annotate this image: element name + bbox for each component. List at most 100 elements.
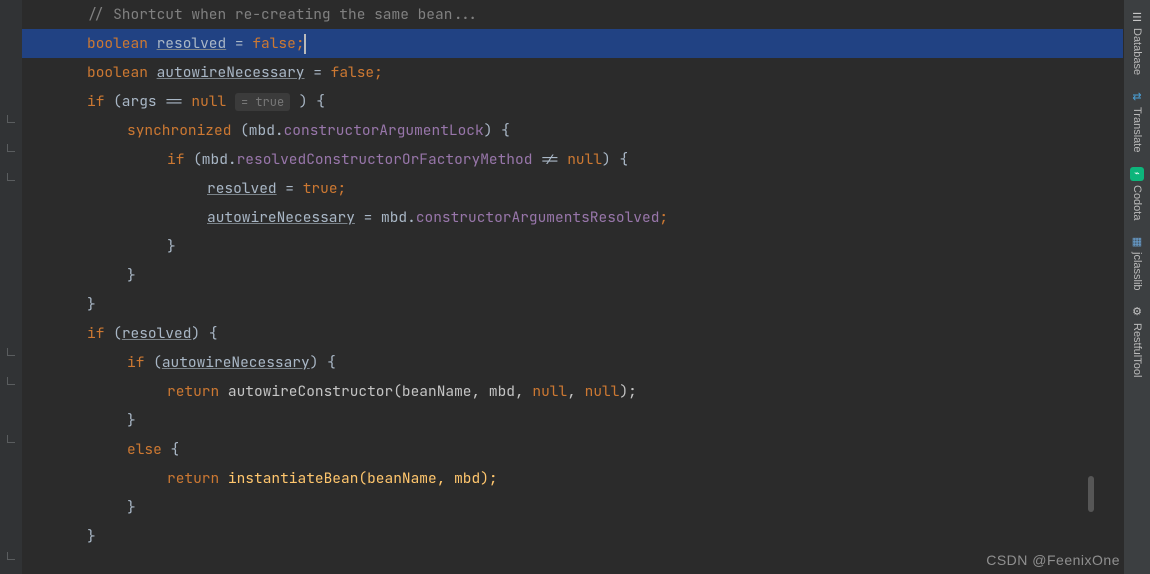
keyword: return — [167, 382, 228, 401]
keyword: false — [331, 63, 375, 82]
code-line[interactable]: } — [22, 290, 1123, 319]
keyword: boolean — [87, 34, 157, 53]
keyword: true — [303, 179, 338, 198]
fold-mark[interactable] — [7, 173, 15, 181]
code-line[interactable]: synchronized (mbd.constructorArgumentLoc… — [22, 116, 1123, 145]
fold-mark[interactable] — [7, 144, 15, 152]
tool-label: Codota — [1131, 185, 1143, 220]
code-line[interactable]: return instantiateBean(beanName, mbd); — [22, 464, 1123, 493]
tool-label: jclasslib — [1131, 252, 1143, 291]
variable: autowireNecessary — [157, 63, 305, 82]
brace: } — [127, 266, 136, 285]
brace: } — [87, 295, 96, 314]
brace: } — [87, 527, 96, 546]
keyword: if — [87, 92, 113, 111]
code-line-highlighted[interactable]: boolean resolved = false; — [22, 29, 1123, 58]
tool-codota[interactable]: ⌁ Codota — [1130, 163, 1144, 224]
keyword: if — [167, 150, 193, 169]
keyword: null — [191, 92, 226, 111]
fold-mark[interactable] — [7, 348, 15, 356]
watermark: CSDN @FeenixOne — [986, 552, 1120, 568]
code-line[interactable]: autowireNecessary = mbd.constructorArgum… — [22, 203, 1123, 232]
expr: (mbd. — [240, 121, 284, 140]
brace: { — [171, 440, 180, 459]
code-line[interactable]: } — [22, 261, 1123, 290]
jclasslib-icon: ▦ — [1130, 234, 1144, 248]
tool-label: Translate — [1131, 107, 1143, 152]
comment-text: // Shortcut when re-creating the same be… — [87, 5, 479, 24]
brace: ) { — [310, 353, 336, 372]
code-line[interactable]: if (args == null = true ) { — [22, 87, 1123, 116]
op: = — [277, 179, 303, 198]
keyword: boolean — [87, 63, 157, 82]
code-line[interactable]: if (mbd.resolvedConstructorOrFactoryMeth… — [22, 145, 1123, 174]
variable: resolved — [122, 324, 192, 343]
code-line[interactable]: } — [22, 406, 1123, 435]
keyword: else — [127, 440, 171, 459]
code-line[interactable]: } — [22, 493, 1123, 522]
keyword: synchronized — [127, 121, 240, 140]
scrollbar-track[interactable] — [1084, 0, 1096, 574]
code-line[interactable]: resolved = true; — [22, 174, 1123, 203]
scrollbar-thumb[interactable] — [1088, 476, 1094, 512]
code-line[interactable]: if (autowireNecessary) { — [22, 348, 1123, 377]
comma: , — [567, 382, 584, 401]
brace: ) { — [484, 121, 510, 140]
semicolon: ; — [659, 208, 668, 227]
paren: ( — [153, 353, 162, 372]
tool-label: RestfulTool — [1131, 323, 1143, 377]
op: = — [305, 63, 331, 82]
tool-database[interactable]: ☰ Database — [1130, 6, 1144, 79]
code-line[interactable]: if (resolved) { — [22, 319, 1123, 348]
tool-label: Database — [1131, 28, 1143, 75]
variable: resolved — [157, 34, 227, 53]
brace: ) { — [290, 92, 325, 111]
code-line[interactable]: return autowireConstructor(beanName, mbd… — [22, 377, 1123, 406]
fold-mark[interactable] — [7, 377, 15, 385]
field-ref: constructorArgumentsResolved — [416, 208, 660, 227]
keyword: null — [532, 382, 567, 401]
keyword: null — [585, 382, 620, 401]
op: = mbd. — [355, 208, 416, 227]
op: = — [226, 34, 252, 53]
op: != — [532, 150, 567, 169]
variable: autowireNecessary — [207, 208, 355, 227]
field-ref: resolvedConstructorOrFactoryMethod — [237, 150, 533, 169]
brace: ) { — [602, 150, 628, 169]
expr: (args == — [113, 92, 191, 111]
paren: ( — [113, 324, 122, 343]
gutter — [0, 0, 22, 574]
method-call: instantiateBean(beanName, mbd); — [228, 469, 498, 488]
code-line[interactable]: } — [22, 232, 1123, 261]
fold-mark[interactable] — [7, 552, 15, 560]
keyword: if — [127, 353, 153, 372]
tool-restfultool[interactable]: ⚙ RestfulTool — [1130, 301, 1144, 381]
inlay-hint: = true — [235, 93, 290, 111]
right-tool-bar: ☰ Database ⇄ Translate ⌁ Codota ▦ jclass… — [1123, 0, 1150, 574]
expr: (mbd. — [193, 150, 237, 169]
code-line[interactable]: // Shortcut when re-creating the same be… — [22, 0, 1123, 29]
tool-translate[interactable]: ⇄ Translate — [1130, 85, 1144, 156]
semicolon: ; — [374, 63, 383, 82]
brace: } — [167, 237, 176, 256]
keyword: false — [252, 34, 296, 53]
field-ref: constructorArgumentLock — [284, 121, 484, 140]
caret — [304, 34, 306, 54]
method-call: autowireConstructor(beanName, mbd, — [228, 382, 533, 401]
fold-mark[interactable] — [7, 435, 15, 443]
code-line[interactable]: } — [22, 522, 1123, 551]
translate-icon: ⇄ — [1130, 89, 1144, 103]
code-area[interactable]: // Shortcut when re-creating the same be… — [22, 0, 1123, 574]
keyword: return — [167, 469, 228, 488]
brace: } — [127, 498, 136, 517]
tool-jclasslib[interactable]: ▦ jclasslib — [1130, 230, 1144, 295]
restful-icon: ⚙ — [1130, 305, 1144, 319]
fold-mark[interactable] — [7, 115, 15, 123]
code-line[interactable]: boolean autowireNecessary = false; — [22, 58, 1123, 87]
database-icon: ☰ — [1130, 10, 1144, 24]
brace: ) { — [191, 324, 217, 343]
codota-icon: ⌁ — [1130, 167, 1144, 181]
semicolon: ; — [338, 179, 347, 198]
code-line[interactable]: else { — [22, 435, 1123, 464]
code-editor[interactable]: // Shortcut when re-creating the same be… — [0, 0, 1123, 574]
